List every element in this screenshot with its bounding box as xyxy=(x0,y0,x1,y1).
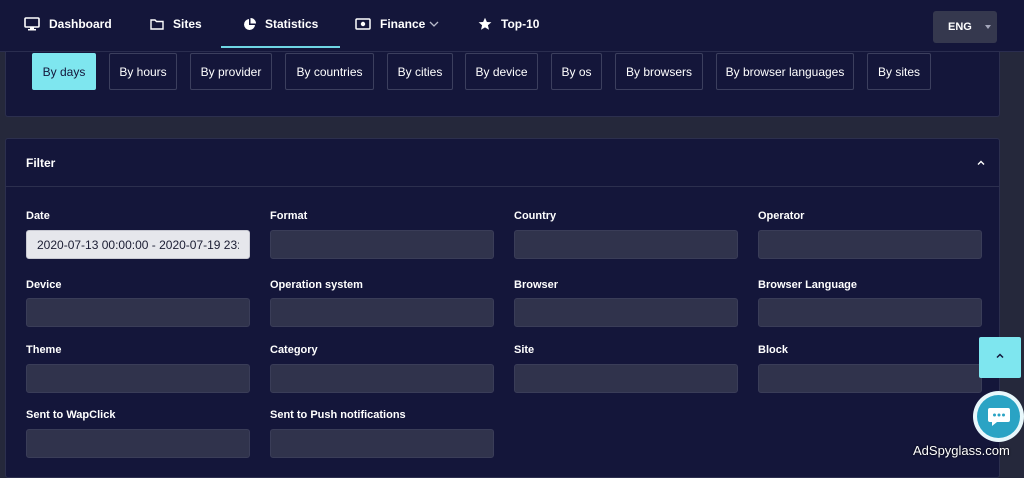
language-value: ENG xyxy=(948,21,972,33)
sent-to-push-input[interactable] xyxy=(270,429,494,458)
date-range-input[interactable] xyxy=(26,230,250,259)
watermark: AdSpyglass.com xyxy=(913,443,1010,458)
tab-by-device[interactable]: By device xyxy=(465,53,538,90)
nav-finance[interactable]: Finance xyxy=(355,0,439,48)
language-select[interactable]: ENG xyxy=(933,11,997,43)
tab-by-hours[interactable]: By hours xyxy=(109,53,177,90)
country-label: Country xyxy=(514,210,557,222)
browser-language-input[interactable] xyxy=(758,298,982,327)
theme-input[interactable] xyxy=(26,364,250,393)
filter-header[interactable]: Filter xyxy=(6,139,999,187)
filter-panel: Filter Date Format Country Operator Devi… xyxy=(5,138,1000,478)
nav-dashboard[interactable]: Dashboard xyxy=(24,0,112,48)
chat-button[interactable] xyxy=(973,391,1024,442)
sent-to-wapclick-label: Sent to WapClick xyxy=(26,409,116,421)
category-label: Category xyxy=(270,344,318,356)
chevron-down-icon xyxy=(429,20,439,28)
sent-to-wapclick-input[interactable] xyxy=(26,429,250,458)
tab-by-provider[interactable]: By provider xyxy=(190,53,272,90)
category-input[interactable] xyxy=(270,364,494,393)
filter-title: Filter xyxy=(26,156,56,170)
pie-chart-icon xyxy=(243,17,256,31)
operator-label: Operator xyxy=(758,210,805,222)
nav-dashboard-label: Dashboard xyxy=(49,17,112,31)
browser-input[interactable] xyxy=(514,298,738,327)
tab-by-sites[interactable]: By sites xyxy=(867,53,931,90)
folder-icon xyxy=(150,18,164,30)
nav-finance-label: Finance xyxy=(380,17,426,31)
scroll-to-top-button[interactable] xyxy=(979,337,1021,378)
chevron-up-icon[interactable] xyxy=(974,156,988,170)
country-input[interactable] xyxy=(514,230,738,259)
date-label: Date xyxy=(26,210,50,222)
format-input[interactable] xyxy=(270,230,494,259)
tab-by-countries[interactable]: By countries xyxy=(285,53,374,90)
nav-statistics[interactable]: Statistics xyxy=(221,0,341,48)
block-input[interactable] xyxy=(758,364,982,393)
block-label: Block xyxy=(758,344,788,356)
tab-by-browser-languages[interactable]: By browser languages xyxy=(716,53,854,90)
operation-system-label: Operation system xyxy=(270,279,363,291)
browser-label: Browser xyxy=(514,279,559,291)
star-icon xyxy=(478,17,492,31)
top-navigation: Dashboard Sites Statistics Finance Top-1… xyxy=(0,0,1024,52)
tab-by-days[interactable]: By days xyxy=(32,53,96,90)
nav-sites-label: Sites xyxy=(173,17,202,31)
device-label: Device xyxy=(26,279,62,291)
tab-by-cities[interactable]: By cities xyxy=(387,53,453,90)
device-input[interactable] xyxy=(26,298,250,327)
site-input[interactable] xyxy=(514,364,738,393)
monitor-icon xyxy=(24,17,40,31)
tab-by-browsers[interactable]: By browsers xyxy=(615,53,703,90)
browser-language-label: Browser Language xyxy=(758,279,858,291)
format-label: Format xyxy=(270,210,308,222)
nav-top-10-label: Top-10 xyxy=(501,17,540,31)
report-tabs-panel: By days By hours By provider By countrie… xyxy=(5,52,1000,117)
caret-down-icon xyxy=(985,25,991,29)
tab-by-os[interactable]: By os xyxy=(551,53,602,90)
chat-bubble-icon xyxy=(977,395,1020,438)
cash-icon xyxy=(355,18,371,30)
sent-to-push-label: Sent to Push notifications xyxy=(270,409,406,421)
nav-top-10[interactable]: Top-10 xyxy=(478,0,539,48)
operator-input[interactable] xyxy=(758,230,982,259)
nav-statistics-label: Statistics xyxy=(265,17,319,31)
nav-sites[interactable]: Sites xyxy=(150,0,202,48)
site-label: Site xyxy=(514,344,535,356)
operation-system-input[interactable] xyxy=(270,298,494,327)
theme-label: Theme xyxy=(26,344,62,356)
chevron-up-icon xyxy=(994,349,1006,367)
